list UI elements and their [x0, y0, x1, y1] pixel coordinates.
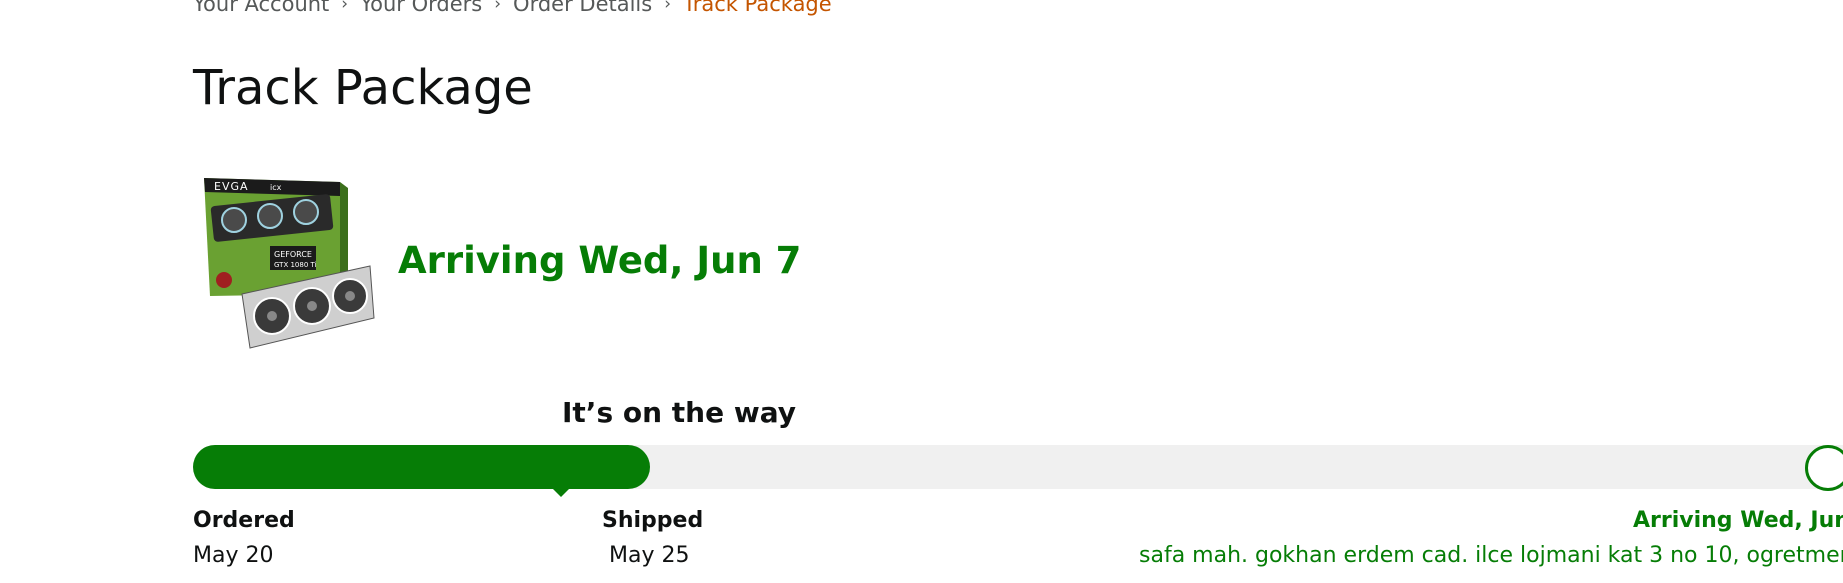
- breadcrumb-order-details[interactable]: Order Details: [513, 0, 652, 16]
- breadcrumb-your-orders[interactable]: Your Orders: [360, 0, 482, 16]
- step-ordered-label: Ordered: [193, 508, 295, 533]
- box-brand-text: EVGA: [214, 180, 249, 193]
- progress-pointer-icon: [550, 486, 572, 497]
- progress-fill: [193, 445, 650, 489]
- box-model-line2: GTX 1080 Ti: [274, 261, 317, 269]
- step-shipped-date: May 25: [609, 543, 690, 568]
- delivery-address-text: safa mah. gokhan erdem cad. ilce lojmani…: [1139, 543, 1843, 568]
- step-ordered-date: May 20: [193, 543, 274, 568]
- breadcrumb-separator: ›: [664, 0, 672, 14]
- page-title: Track Package: [193, 60, 533, 116]
- breadcrumb-track-package: Track Package: [683, 0, 832, 16]
- box-model-line1: GEFORCE: [274, 250, 312, 259]
- box-series-text: icx: [270, 183, 282, 192]
- breadcrumb: Your Account › Your Orders › Order Details › T…: [193, 0, 832, 16]
- product-image[interactable]: EVGA icx GEFORCE GTX 1080 Ti: [200, 176, 375, 354]
- delivery-endpoint-icon: [1805, 445, 1843, 491]
- breadcrumb-separator: ›: [341, 0, 349, 14]
- arriving-headline: Arriving Wed, Jun 7: [398, 239, 802, 282]
- step-shipped-label: Shipped: [602, 508, 704, 533]
- breadcrumb-your-account[interactable]: Your Account: [193, 0, 329, 16]
- status-heading: It’s on the way: [562, 396, 796, 429]
- breadcrumb-separator: ›: [494, 0, 502, 14]
- step-arriving-label: Arriving Wed, Jun 7: [1633, 508, 1843, 533]
